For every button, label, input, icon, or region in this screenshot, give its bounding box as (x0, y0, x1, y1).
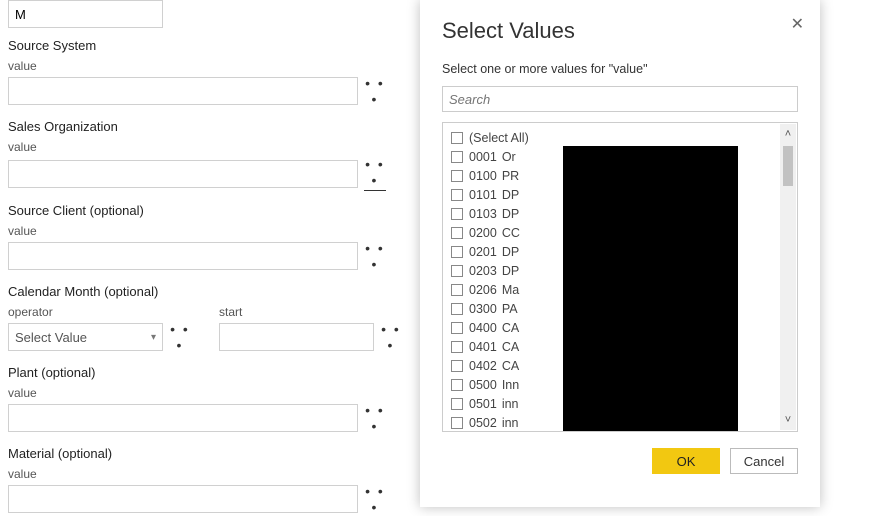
checkbox-icon[interactable] (451, 360, 463, 372)
checkbox-icon[interactable] (451, 398, 463, 410)
start-input[interactable] (219, 323, 374, 351)
values-list-box: (Select All) 0001Or 0100PR 0101DP 0103DP 020… (442, 122, 798, 432)
checkbox-icon[interactable] (451, 303, 463, 315)
value-item-label: 0502inn (469, 416, 519, 430)
value-item-label: 0400CA (469, 321, 519, 335)
checkbox-icon[interactable] (451, 379, 463, 391)
value-item-label: 0103DP (469, 207, 519, 221)
source-system-label: Source System (8, 38, 402, 53)
sales-org-label: Sales Organization (8, 119, 402, 134)
value-item-label: 0500Inn (469, 378, 519, 392)
start-sublabel: start (219, 305, 242, 319)
material-input[interactable] (8, 485, 358, 513)
checkbox-icon[interactable] (451, 227, 463, 239)
plant-group: Plant (optional) value • • • (8, 365, 402, 434)
checkbox-icon[interactable] (451, 208, 463, 220)
material-label: Material (optional) (8, 446, 402, 461)
value-item-label: 0100PR (469, 169, 519, 183)
checkbox-icon[interactable] (451, 341, 463, 353)
plant-label: Plant (optional) (8, 365, 402, 380)
checkbox-icon[interactable] (451, 170, 463, 182)
scroll-up-icon[interactable]: ˄ (785, 128, 791, 140)
value-item-label: 0300PA (469, 302, 518, 316)
select-all-item[interactable]: (Select All) (451, 129, 789, 147)
search-input[interactable] (442, 86, 798, 112)
value-item-label: 0501inn (469, 397, 519, 411)
checkbox-icon[interactable] (451, 265, 463, 277)
dialog-title: Select Values (442, 18, 798, 44)
operator-select[interactable]: Select Value ▾ (8, 323, 163, 351)
operator-more-button[interactable]: • • • (169, 321, 191, 353)
source-client-sublabel: value (8, 224, 37, 238)
dialog-subtitle: Select one or more values for "value" (442, 62, 798, 76)
checkbox-icon[interactable] (451, 284, 463, 296)
checkbox-icon[interactable] (451, 246, 463, 258)
checkbox-icon[interactable] (451, 322, 463, 334)
redacted-overlay (563, 146, 738, 432)
source-system-input[interactable] (8, 77, 358, 105)
value-item-label: 0001Or (469, 150, 516, 164)
form-panel: Source System value • • • Sales Organiza… (0, 0, 410, 515)
value-item-label: 0201DP (469, 245, 519, 259)
sales-org-input[interactable] (8, 160, 358, 188)
source-client-group: Source Client (optional) value • • • (8, 203, 402, 272)
sales-org-more-button[interactable]: • • • (364, 156, 386, 191)
checkbox-icon[interactable] (451, 417, 463, 429)
scroll-thumb[interactable] (783, 146, 793, 186)
value-item-label: 0200CC (469, 226, 520, 240)
scrollbar[interactable]: ˄ ˅ (780, 124, 796, 430)
value-item-label: 0203DP (469, 264, 519, 278)
plant-sublabel: value (8, 386, 37, 400)
source-system-more-button[interactable]: • • • (364, 75, 386, 107)
sales-org-group: Sales Organization value • • • (8, 119, 402, 191)
source-client-input[interactable] (8, 242, 358, 270)
select-values-dialog: ✕ Select Values Select one or more value… (420, 0, 820, 507)
plant-input[interactable] (8, 404, 358, 432)
sales-org-sublabel: value (8, 140, 37, 154)
close-icon[interactable]: ✕ (791, 14, 804, 34)
material-sublabel: value (8, 467, 37, 481)
chevron-down-icon: ▾ (151, 332, 156, 343)
start-more-button[interactable]: • • • (380, 321, 402, 353)
top-input[interactable] (8, 0, 163, 28)
source-system-group: Source System value • • • (8, 38, 402, 107)
material-group: Material (optional) value • • • (8, 446, 402, 515)
operator-sublabel: operator (8, 305, 53, 319)
value-item-label: 0402CA (469, 359, 519, 373)
value-item-label: 0401CA (469, 340, 519, 354)
cancel-button[interactable]: Cancel (730, 448, 798, 474)
source-client-more-button[interactable]: • • • (364, 240, 386, 272)
select-all-label: (Select All) (469, 131, 529, 145)
checkbox-icon[interactable] (451, 132, 463, 144)
value-item-label: 0206Ma (469, 283, 519, 297)
operator-value-text: Select Value (15, 330, 87, 345)
calendar-month-label: Calendar Month (optional) (8, 284, 402, 299)
checkbox-icon[interactable] (451, 151, 463, 163)
scroll-down-icon[interactable]: ˅ (785, 414, 791, 426)
source-client-label: Source Client (optional) (8, 203, 402, 218)
source-system-sublabel: value (8, 59, 37, 73)
ok-button[interactable]: OK (652, 448, 720, 474)
value-item-label: 0101DP (469, 188, 519, 202)
plant-more-button[interactable]: • • • (364, 402, 386, 434)
calendar-month-group: Calendar Month (optional) operator Selec… (8, 284, 402, 353)
checkbox-icon[interactable] (451, 189, 463, 201)
material-more-button[interactable]: • • • (364, 483, 386, 515)
